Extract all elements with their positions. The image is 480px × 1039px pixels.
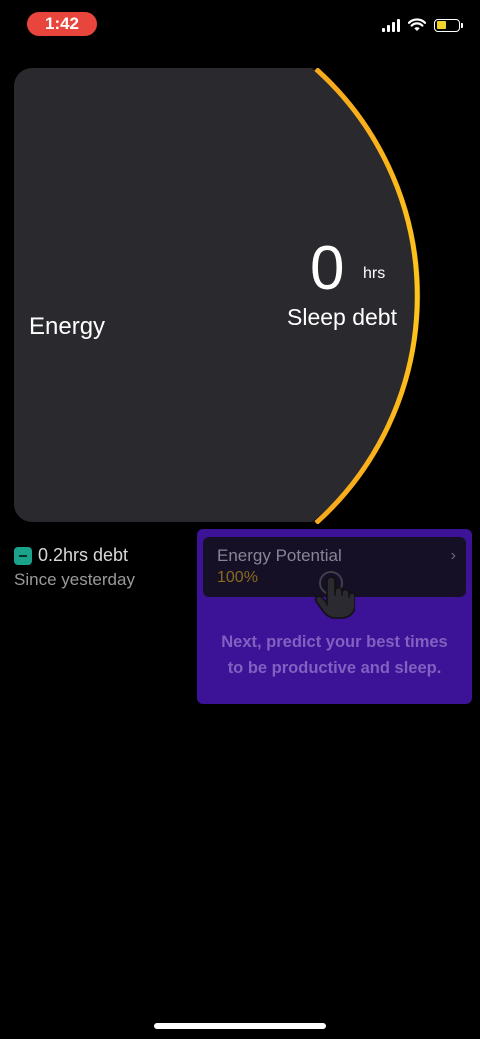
energy-card-shape [14,68,421,524]
home-indicator[interactable] [154,1023,326,1029]
energy-card-fill [14,68,421,522]
status-icons [382,15,463,35]
cellular-signal-icon [382,18,400,32]
sleep-debt-unit: hrs [363,265,386,282]
status-time: 1:42 [27,12,97,36]
sleep-debt-label: Sleep debt [287,304,397,330]
sleep-debt-value: 0 [310,234,345,303]
onboarding-tooltip[interactable]: Energy Potential 100% › Next, predict yo… [197,529,472,704]
tooltip-message-line2: to be productive and sleep. [227,659,442,677]
debt-stat-value: 0.2hrs debt [38,545,129,565]
chevron-right-icon: › [450,547,456,564]
battery-level [436,21,446,29]
screen: 1:42 Energy 0 hrs Sleep debt 0.2hrs debt… [0,0,480,1039]
debt-stat: 0.2hrs debt Since yesterday [14,545,135,590]
minus-icon [14,546,32,565]
energy-potential-value: 100% [217,569,258,586]
tooltip-message-line1: Next, predict your best times [221,633,448,651]
battery-low-icon [434,18,463,32]
tap-hand-icon [314,571,355,619]
debt-stat-since: Since yesterday [14,570,135,589]
tooltip-message: Next, predict your best times to be prod… [197,629,472,681]
energy-potential-title: Energy Potential [217,546,342,565]
energy-card[interactable]: Energy 0 hrs Sleep debt [14,68,474,524]
energy-label: Energy [29,313,106,340]
wifi-icon [408,18,426,31]
